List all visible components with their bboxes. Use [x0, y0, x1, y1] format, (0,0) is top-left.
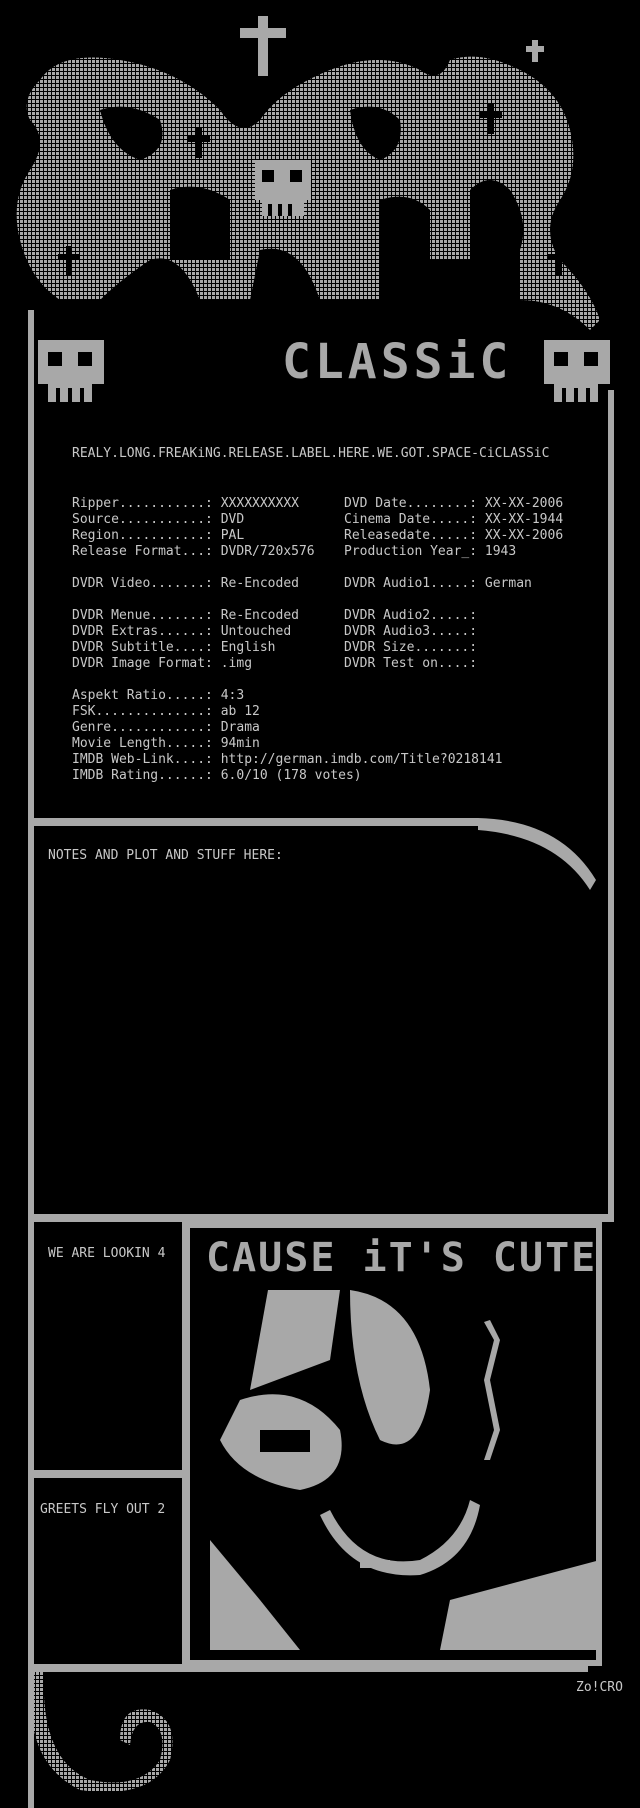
bottom-swirl	[31, 1672, 173, 1792]
info-row: DVDR Video.......: Re-Encoded	[72, 576, 299, 591]
info-left-column: Ripper...........: XXXXXXXXXX Source....…	[72, 496, 315, 672]
info-row: Releasedate.....: XX-XX-2006	[344, 528, 564, 543]
info-bottom-block: Aspekt Ratio.....: 4:3 FSK..............…	[72, 688, 502, 784]
info-row: DVDR Image Format: .img	[72, 656, 253, 671]
info-right-column: DVD Date........: XX-XX-2006 Cinema Date…	[344, 496, 563, 672]
info-row: DVDR Menue.......: Re-Encoded	[72, 608, 299, 623]
info-row: DVDR Audio2.....:	[344, 608, 478, 623]
info-row: Ripper...........: XXXXXXXXXX	[72, 496, 299, 511]
ascii-art-frame	[16, 16, 614, 1808]
info-row: IMDB Rating......: 6.0/10 (178 votes)	[72, 768, 362, 783]
info-row: DVDR Audio1.....: German	[344, 576, 532, 591]
info-row: DVD Date........: XX-XX-2006	[344, 496, 564, 511]
info-row: Cinema Date.....: XX-XX-1944	[344, 512, 564, 527]
imdb-link[interactable]: IMDB Web-Link....: http://german.imdb.co…	[72, 752, 502, 768]
info-row: Aspekt Ratio.....: 4:3	[72, 688, 245, 703]
info-row: Production Year_: 1943	[344, 544, 517, 559]
cute-banner: CAUSE iT'S CUTE	[206, 1235, 598, 1281]
logo-word: CLASSiC	[282, 334, 513, 390]
info-row: DVDR Subtitle....: English	[72, 640, 276, 655]
release-label: REALY.LONG.FREAKiNG.RELEASE.LABEL.HERE.W…	[72, 446, 550, 461]
info-row: Genre............: Drama	[72, 720, 260, 735]
info-row: DVDR Test on....:	[344, 656, 478, 671]
artist-signature: Zo!CRO	[576, 1680, 623, 1695]
info-row: Release Format...: DVDR/720x576	[72, 544, 315, 559]
info-row: Region...........: PAL	[72, 528, 245, 543]
info-row: DVDR Size.......:	[344, 640, 478, 655]
cute-face-art	[206, 1290, 600, 1654]
info-row: Movie Length.....: 94min	[72, 736, 260, 751]
greets-heading: GREETS FLY OUT 2	[40, 1502, 166, 1517]
notes-heading: NOTES AND PLOT AND STUFF HERE:	[48, 848, 283, 863]
lookin-heading: WE ARE LOOKIN 4	[48, 1246, 166, 1261]
info-row: Source...........: DVD	[72, 512, 245, 527]
info-row: FSK..............: ab 12	[72, 704, 260, 719]
info-row: DVDR Extras......: Untouched	[72, 624, 292, 639]
info-row: DVDR Audio3.....:	[344, 624, 478, 639]
